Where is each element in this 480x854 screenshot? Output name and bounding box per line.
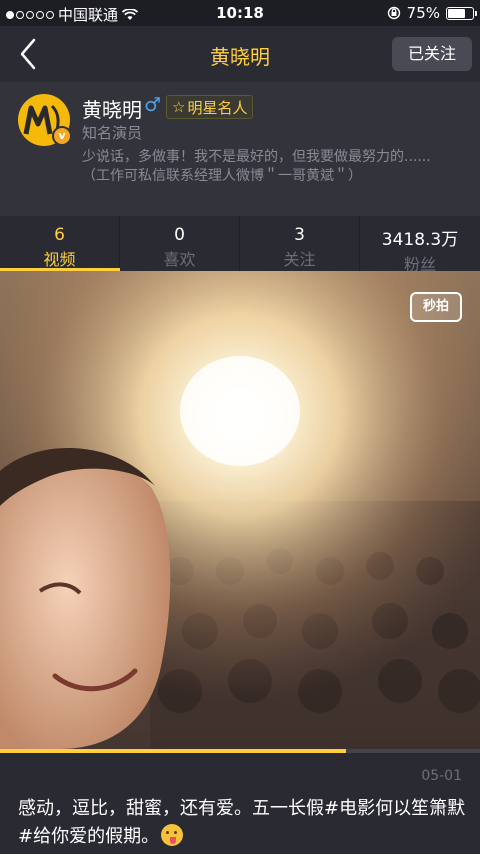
post-caption: 05-01 感动，逗比，甜蜜，还有爱。五一长假#电影何以笙箫默#给你爱的假期。 <box>0 753 480 854</box>
celebrity-badge: ☆ 明星名人 <box>166 95 254 119</box>
profile-header: v 黄晓明 ♂ ☆ 明星名人 知名演员 少说话，多做事！我不是最好的，但我要做最… <box>0 82 480 216</box>
tab-fans-count: 3418.3万 <box>381 230 459 250</box>
rotation-lock-icon <box>387 6 400 20</box>
video-player[interactable] <box>0 271 480 749</box>
celebrity-badge-label: 明星名人 <box>187 98 248 117</box>
nav-bar: 黄晓明 已关注 <box>0 26 480 82</box>
tab-videos[interactable]: 6 视频 <box>0 216 120 271</box>
video-frame <box>0 271 480 749</box>
post-date: 05-01 <box>421 768 462 784</box>
tab-likes-label: 喜欢 <box>163 250 196 269</box>
post-text-container: 感动，逗比，甜蜜，还有爱。五一长假#电影何以笙箫默#给你爱的假期。 <box>18 795 468 851</box>
status-bar: 中国联通 10:18 75% <box>0 0 480 26</box>
bio: 少说话，多做事！我不是最好的，但我要做最努力的......（工作可私信联系经理人… <box>82 149 431 184</box>
star-icon: ☆ <box>172 98 186 116</box>
tab-videos-label: 视频 <box>43 250 76 269</box>
tab-following-count: 3 <box>294 225 305 245</box>
battery-icon <box>446 6 477 20</box>
follow-button[interactable]: 已关注 <box>392 37 472 71</box>
tongue-out-emoji-icon <box>161 824 184 846</box>
battery-percent: 75% <box>406 4 440 22</box>
tab-likes-count: 0 <box>174 225 185 245</box>
tab-following[interactable]: 3 关注 <box>240 216 360 271</box>
tab-videos-count: 6 <box>54 225 65 245</box>
tab-following-label: 关注 <box>283 250 316 269</box>
profile-name: 黄晓明 <box>82 98 142 122</box>
status-right: 75% <box>387 4 477 22</box>
tab-likes[interactable]: 0 喜欢 <box>120 216 240 271</box>
post-text: 感动，逗比，甜蜜，还有爱。五一长假#电影何以笙箫默#给你爱的假期。 <box>18 798 466 847</box>
tab-fans[interactable]: 3418.3万 粉丝 <box>360 216 480 274</box>
gender-male-icon: ♂ <box>144 94 162 116</box>
verified-badge: v <box>52 126 72 146</box>
stats-tabs: 6 视频 0 喜欢 3 关注 3418.3万 粉丝 <box>0 216 480 274</box>
occupation: 知名演员 <box>82 124 143 142</box>
miaopai-watermark: 秒拍 <box>410 292 462 322</box>
